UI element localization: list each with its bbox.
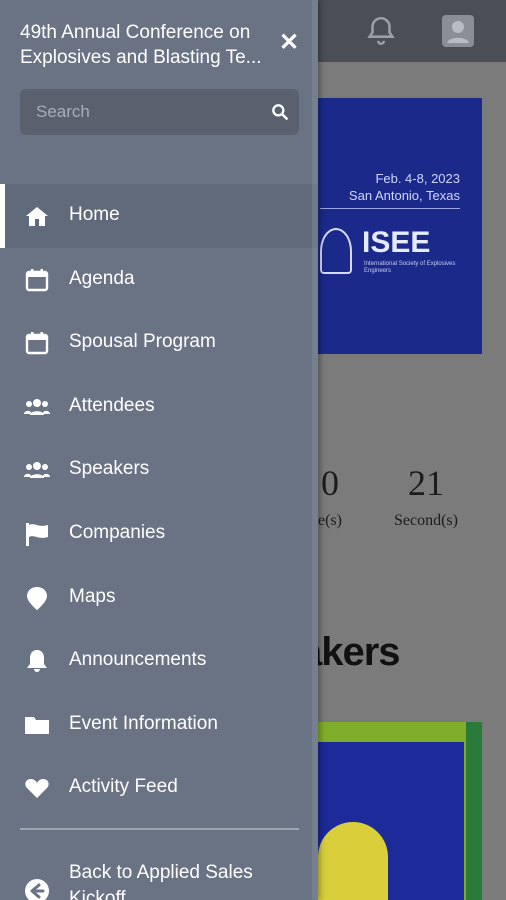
- calendar-icon: [25, 332, 49, 355]
- menu-item-label: Announcements: [69, 649, 207, 671]
- menu-item-label: Companies: [69, 521, 166, 543]
- calendar-icon: [25, 268, 49, 291]
- bell-icon: [27, 650, 47, 673]
- search-input[interactable]: [20, 89, 260, 135]
- menu-item-spousal-program[interactable]: Spousal Program: [0, 311, 318, 375]
- back-label: Back to Applied Sales Kickoff: [69, 862, 253, 900]
- menu-item-label: Event Information: [69, 712, 218, 734]
- menu-item-label: Maps: [69, 585, 116, 607]
- menu-item-event-information[interactable]: Event Information: [0, 693, 318, 757]
- navigation-drawer: 49th Annual Conference on Explosives and…: [0, 0, 318, 900]
- search-box: [20, 89, 299, 135]
- flag-icon: [26, 522, 48, 546]
- search-icon[interactable]: [270, 102, 290, 122]
- menu-item-announcements[interactable]: Announcements: [0, 629, 318, 693]
- event-title: 49th Annual Conference on Explosives and…: [20, 20, 276, 70]
- map-pin-icon: [27, 586, 47, 610]
- menu-item-label: Home: [69, 204, 120, 225]
- close-icon: ✕: [278, 29, 300, 56]
- menu-item-speakers[interactable]: Speakers: [0, 438, 318, 502]
- user-avatar-icon[interactable]: [442, 15, 474, 47]
- speaker-photo: [318, 742, 464, 900]
- home-icon: [26, 207, 48, 226]
- menu-item-label: Speakers: [69, 458, 150, 480]
- menu-item-activity-feed[interactable]: Activity Feed: [0, 756, 318, 820]
- countdown-seconds: 21 Second(s): [394, 463, 458, 529]
- isee-globe-logo-icon: [320, 228, 352, 274]
- users-icon: [24, 462, 50, 479]
- drawer-scrollbar[interactable]: [312, 0, 318, 900]
- banner-date: Feb. 4-8, 2023 San Antonio, Texas: [348, 171, 460, 203]
- heart-icon: [25, 779, 49, 799]
- users-icon: [24, 398, 50, 415]
- speaker-card[interactable]: [300, 722, 482, 900]
- drawer-divider: [20, 828, 299, 830]
- notifications-bell-icon[interactable]: [364, 14, 398, 48]
- folder-icon: [25, 716, 49, 734]
- menu-item-attendees[interactable]: Attendees: [0, 375, 318, 439]
- banner-divider: [320, 208, 460, 209]
- card-stripe: [466, 722, 482, 900]
- banner-logo-subtitle: International Society of Explosives Engi…: [364, 261, 456, 274]
- event-title-line-1: 49th Annual Conference on: [20, 22, 251, 43]
- arrow-left-circle-icon: [25, 879, 49, 900]
- event-title-line-2: Explosives and Blasting Te...: [20, 47, 262, 68]
- back-to-applied-sales-button[interactable]: Back to Applied Sales Kickoff: [0, 852, 318, 900]
- hard-hat-image: [318, 822, 388, 900]
- menu-item-label: Attendees: [69, 394, 155, 416]
- drawer-menu: Home Agenda Spousal Program Attendees Sp…: [0, 184, 318, 820]
- menu-item-label: Agenda: [69, 267, 135, 289]
- menu-item-maps[interactable]: Maps: [0, 566, 318, 630]
- menu-item-agenda[interactable]: Agenda: [0, 248, 318, 312]
- event-banner[interactable]: Feb. 4-8, 2023 San Antonio, Texas ISEE I…: [300, 98, 482, 354]
- banner-logo-text: ISEE: [362, 226, 431, 259]
- menu-item-label: Activity Feed: [69, 776, 178, 798]
- close-drawer-button[interactable]: ✕: [276, 30, 302, 56]
- menu-item-label: Spousal Program: [69, 331, 216, 353]
- menu-item-companies[interactable]: Companies: [0, 502, 318, 566]
- menu-item-home[interactable]: Home: [0, 184, 318, 248]
